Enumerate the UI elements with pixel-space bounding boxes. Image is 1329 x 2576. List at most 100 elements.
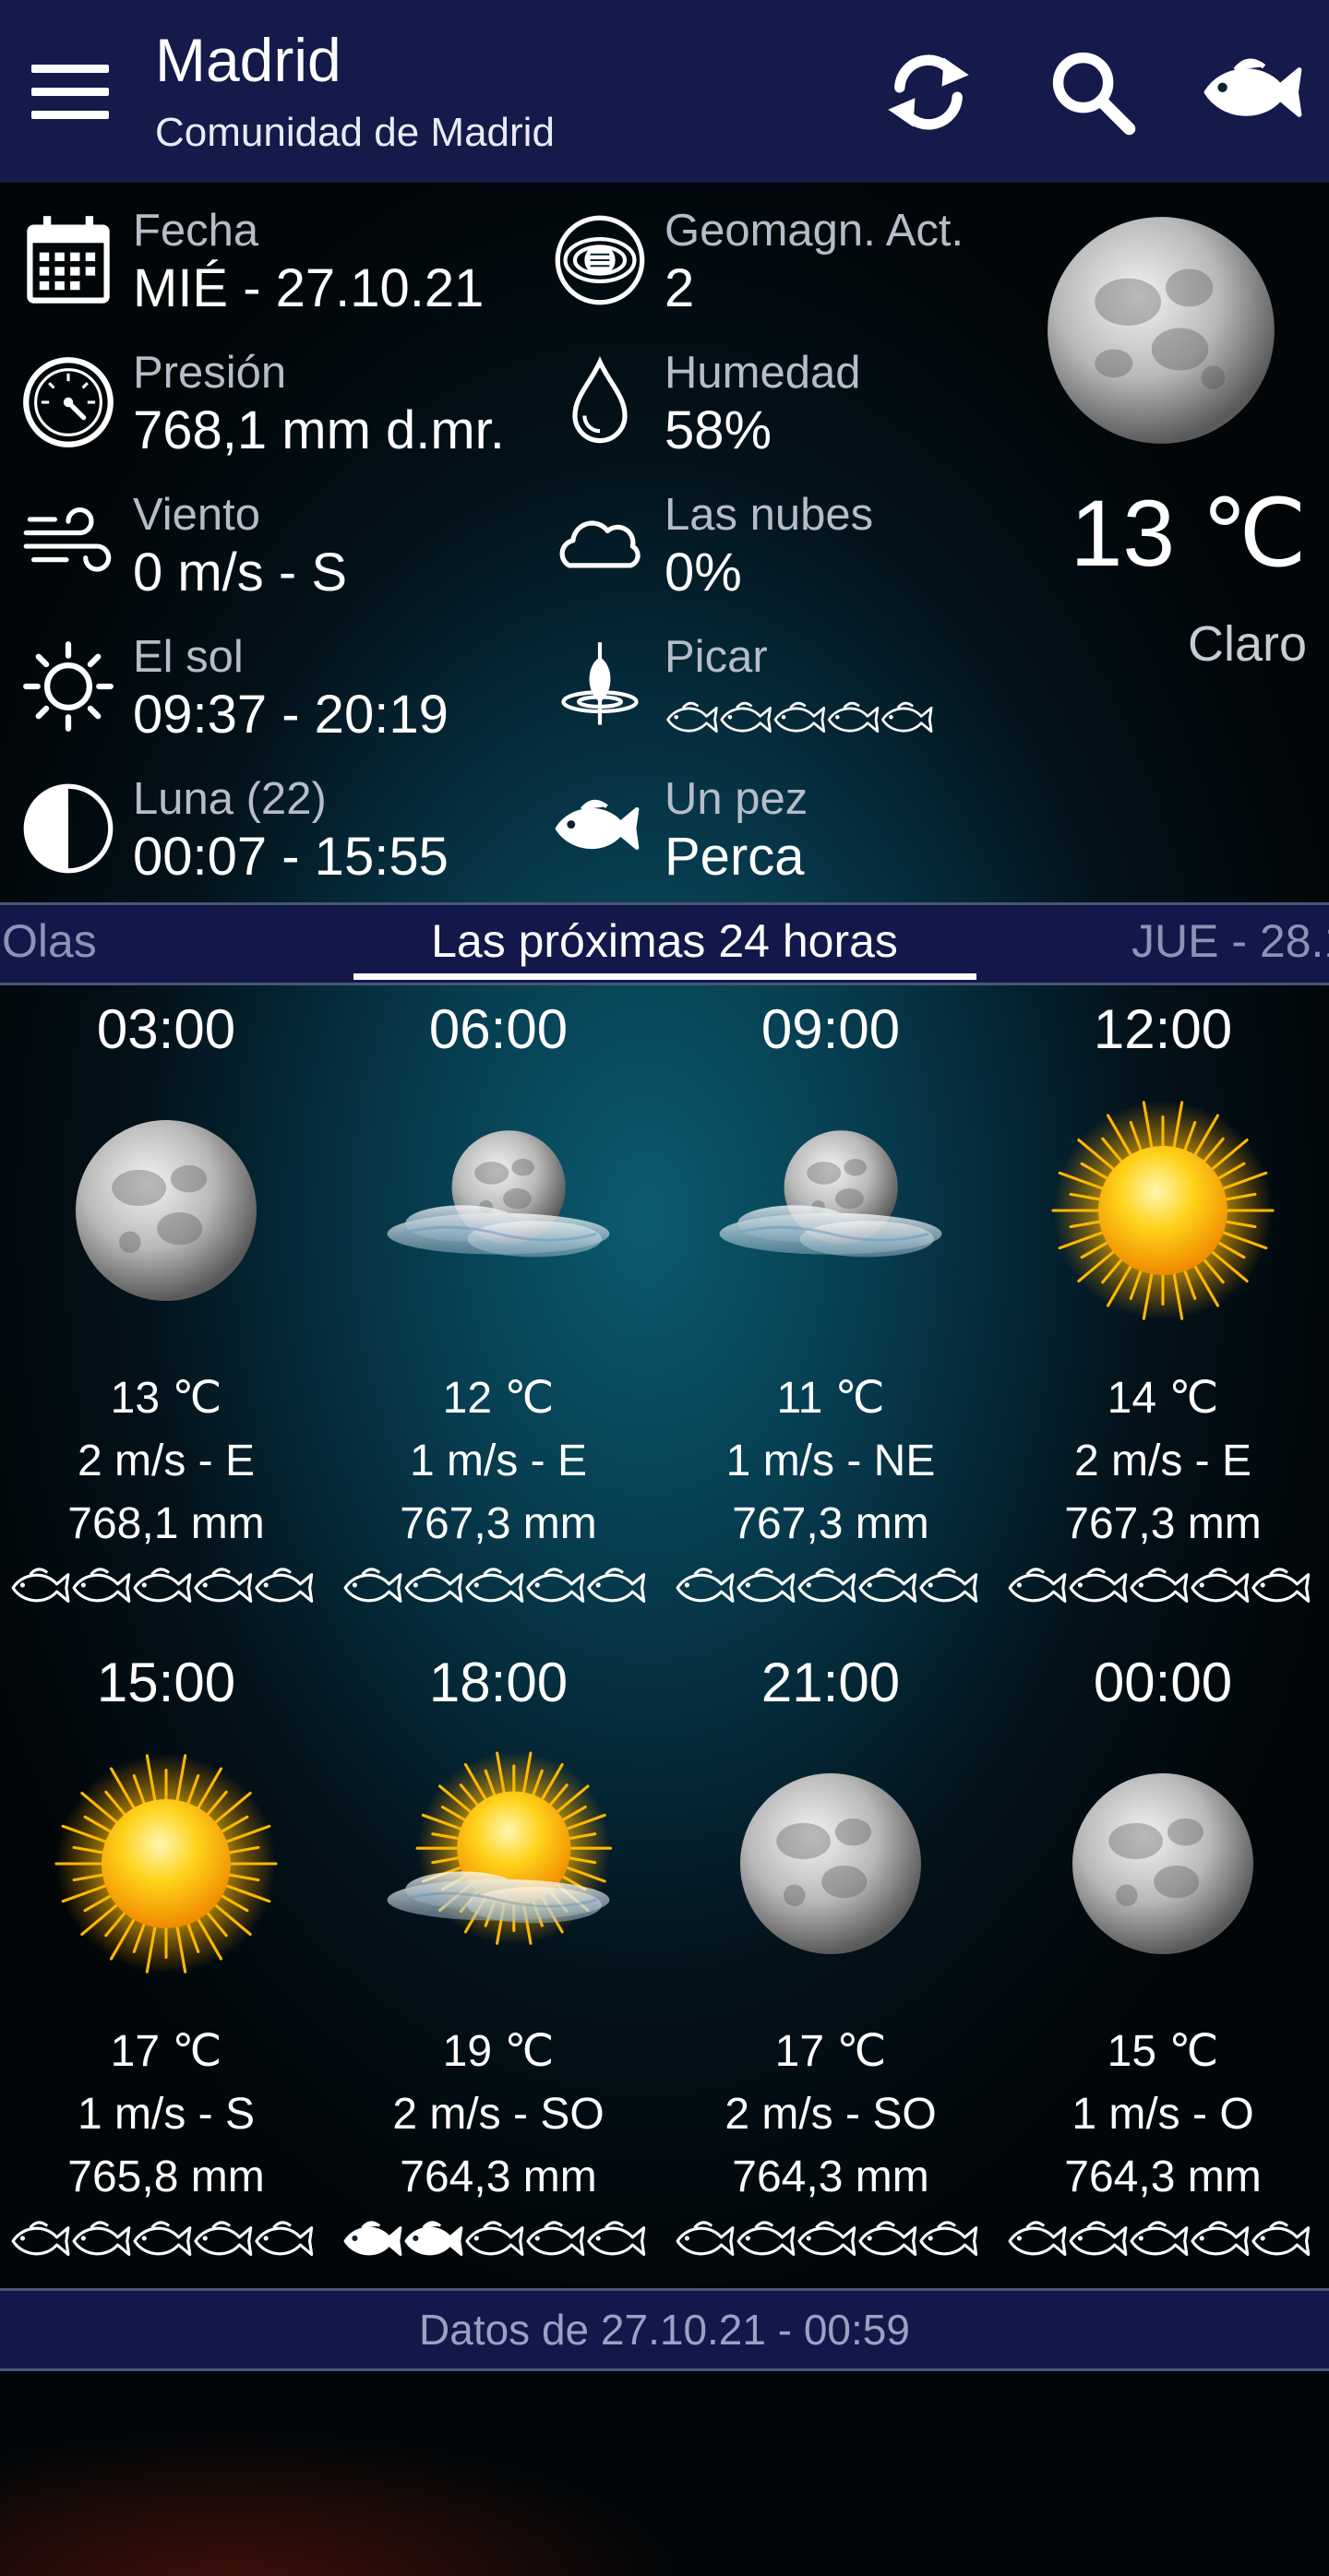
fish-rating-icon	[676, 2221, 735, 2256]
forecast-time: 18:00	[428, 1652, 569, 1713]
fish-rating-icon	[919, 2221, 978, 2256]
humidity-value: 58%	[664, 400, 772, 460]
current-temperature: 13 ℃	[1070, 481, 1307, 586]
forecast-wind: 1 m/s - O	[1072, 2090, 1254, 2139]
sun-weather-icon	[1034, 1081, 1292, 1340]
moon-weather-icon	[37, 1081, 295, 1340]
moon-phase-icon	[20, 781, 116, 877]
forecast-pressure: 764,3 mm	[1064, 2153, 1262, 2201]
menu-button[interactable]	[28, 65, 113, 120]
fish-rating-icon	[72, 1568, 131, 1603]
forecast-pressure: 764,3 mm	[400, 2153, 597, 2201]
forecast-cell[interactable]: 03:00 13 ℃ 2 m/s - E 768,1 mm	[0, 980, 332, 1626]
sun-icon	[20, 638, 116, 734]
geomagnetic-label: Geomagn. Act.	[664, 206, 964, 256]
info-moon: Luna (22) 00:07 - 15:55	[20, 771, 537, 910]
forecast-cell[interactable]: 00:00 15 ℃ 1 m/s - O 764,3 mm	[997, 1633, 1329, 2279]
clouds-label: Las nubes	[664, 490, 874, 540]
menu-icon	[31, 65, 109, 73]
geomagnetic-value: 2	[664, 258, 695, 318]
forecast-cell[interactable]: 09:00 11 ℃ 1 m/s - NE 767,3 mm	[664, 980, 997, 1626]
forecast-pressure: 767,3 mm	[400, 1499, 597, 1548]
forecast-cell[interactable]: 15:00 17 ℃ 1 m/s - S 765,8 mm	[0, 1633, 332, 2279]
menu-icon-bar	[31, 88, 109, 96]
sun-weather-icon	[37, 1735, 295, 1993]
fish-rating-icon	[676, 1568, 735, 1603]
wind-icon	[20, 496, 116, 592]
calendar-icon	[20, 212, 116, 308]
tab-next-day[interactable]: JUE - 28.10.21	[1131, 912, 1329, 970]
info-bite: Picar	[552, 629, 1032, 768]
region-subtitle[interactable]: Comunidad de Madrid	[155, 107, 555, 159]
forecast-pressure: 765,8 mm	[67, 2153, 265, 2201]
forecast-pressure: 768,1 mm	[67, 1499, 265, 1548]
forecast-time: 09:00	[760, 998, 901, 1060]
forecast-cell[interactable]: 12:00 14 ℃ 2 m/s - E 767,3 mm	[997, 980, 1329, 1626]
forecast-cell[interactable]: 06:00 12 ℃ 1 m/s - E 767,3 mm	[332, 980, 664, 1626]
search-button[interactable]	[1041, 44, 1144, 140]
fish-rating-icon	[343, 2221, 402, 2256]
forecast-temperature: 11 ℃	[776, 1374, 885, 1423]
forecast-cell[interactable]: 21:00 17 ℃ 2 m/s - SO 764,3 mm	[664, 1633, 997, 2279]
search-icon	[1052, 52, 1136, 136]
fish-rating-icon	[11, 2221, 70, 2256]
fish-rating-icon	[666, 701, 718, 733]
forecast-temperature: 14 ℃	[1107, 1374, 1219, 1423]
forecast-wind: 2 m/s - E	[1073, 1437, 1252, 1485]
forecast-time: 06:00	[428, 998, 569, 1060]
city-title[interactable]: Madrid	[155, 24, 341, 96]
clouds-value: 0%	[664, 543, 742, 602]
fish-icon	[1196, 44, 1316, 140]
current-condition: Claro	[1187, 616, 1307, 672]
app-bar: Madrid Comunidad de Madrid	[0, 0, 1329, 183]
date-label: Fecha	[133, 206, 259, 256]
forecast-bite-rating	[1006, 1557, 1320, 1618]
fish-rating-icon	[404, 2221, 463, 2256]
fish-rating-icon	[343, 1568, 402, 1603]
forecast-time: 00:00	[1093, 1652, 1233, 1713]
info-pressure: Presión 768,1 mm d.mr.	[20, 345, 537, 483]
tab-next-24-hours[interactable]: Las próximas 24 horas	[0, 912, 1329, 970]
fish-rating-icon	[465, 2221, 524, 2256]
fish-rating-icon	[1008, 2221, 1067, 2256]
menu-icon-bar	[31, 111, 109, 119]
refresh-button[interactable]	[877, 44, 980, 140]
info-date: Fecha MIÉ - 27.10.21	[20, 203, 537, 341]
forecast-wind: 2 m/s - SO	[724, 2090, 937, 2139]
moon-value: 00:07 - 15:55	[133, 827, 449, 887]
forecast-bite-rating	[341, 2211, 655, 2272]
forecast-cell[interactable]: 18:00 19 ℃ 2 m/s - SO 764,3 mm	[332, 1633, 664, 2279]
info-fish: Un pez Perca	[552, 771, 1032, 910]
forecast-temperature: 17 ℃	[110, 2027, 222, 2076]
geomagnetic-icon	[552, 212, 648, 308]
fish-rating-icon	[404, 1568, 463, 1603]
background-glow	[0, 2367, 1329, 2576]
sun-cloud-weather-icon	[369, 1735, 628, 1993]
cloud-icon	[552, 496, 648, 592]
forecast-temperature: 19 ℃	[442, 2027, 555, 2076]
fish-rating-icon	[1191, 2221, 1250, 2256]
fish-rating-icon	[1069, 2221, 1128, 2256]
forecast-bite-rating	[674, 1557, 988, 1618]
forecast-wind: 2 m/s - SO	[392, 2090, 605, 2139]
bite-rating	[664, 692, 941, 747]
fishing-float-icon	[552, 638, 648, 734]
fish-rating-icon	[194, 2221, 253, 2256]
fish-rating-icon	[133, 1568, 192, 1603]
fish-rating-icon	[1191, 1568, 1250, 1603]
fish-rating-icon	[1130, 1568, 1189, 1603]
barometer-icon	[20, 354, 116, 450]
pressure-label: Presión	[133, 348, 287, 398]
fish-rating-icon	[1251, 1568, 1311, 1603]
fish-rating-icon	[72, 2221, 131, 2256]
fish-button[interactable]	[1196, 44, 1316, 140]
fish-rating-icon	[858, 2221, 917, 2256]
forecast-bite-rating	[341, 1557, 655, 1618]
fish-label: Un pez	[664, 774, 808, 824]
forecast-bite-rating	[9, 1557, 323, 1618]
forecast-temperature: 15 ℃	[1107, 2027, 1219, 2076]
forecast-wind: 2 m/s - E	[77, 1437, 256, 1485]
bite-label: Picar	[664, 632, 768, 682]
info-wind: Viento 0 m/s - S	[20, 487, 537, 626]
moon-cloud-weather-icon	[369, 1081, 628, 1340]
